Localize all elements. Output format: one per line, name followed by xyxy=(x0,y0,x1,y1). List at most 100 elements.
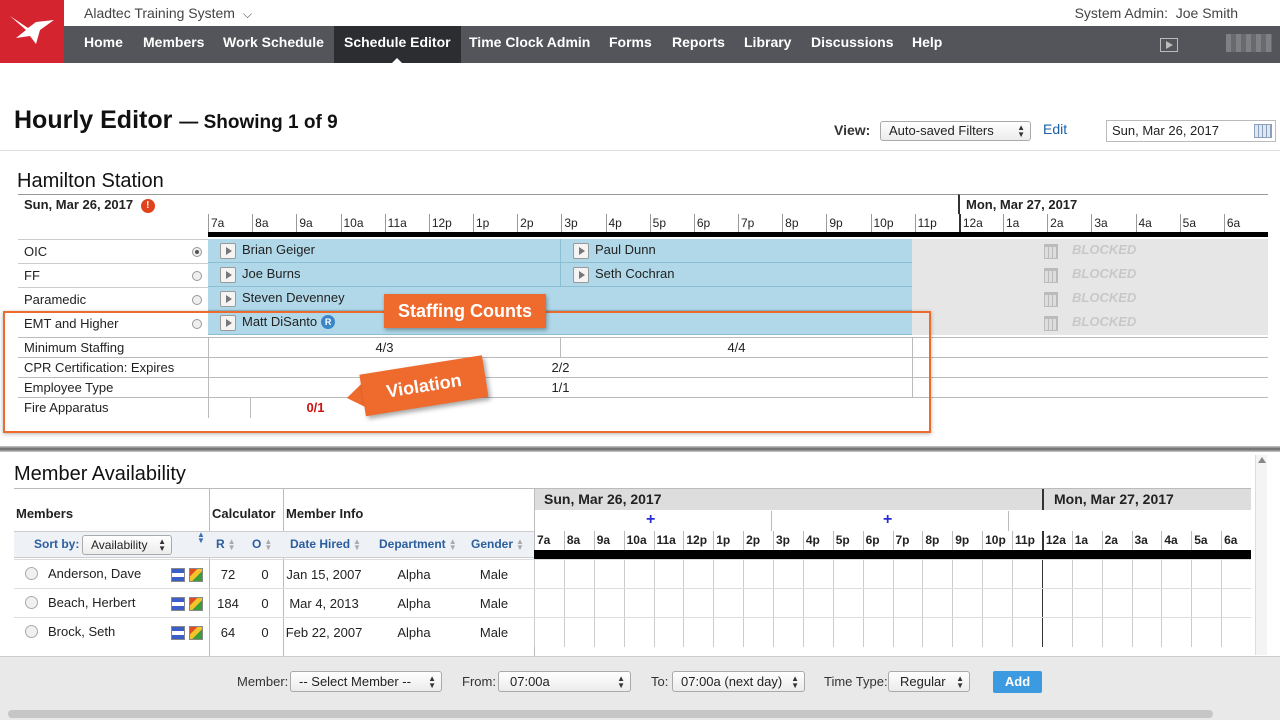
calendar-icon[interactable] xyxy=(1254,124,1272,138)
position-label: Paramedic xyxy=(24,292,87,307)
grid-line xyxy=(743,618,745,647)
table-row[interactable]: Anderson, Dave 72 0 Jan 15, 2007 Alpha Male xyxy=(14,559,1251,589)
grid-line xyxy=(563,589,565,618)
radio-button[interactable] xyxy=(25,567,38,580)
radio-button[interactable] xyxy=(192,319,202,329)
grid-line xyxy=(1041,589,1043,618)
play-icon[interactable] xyxy=(220,243,236,259)
trash-icon[interactable] xyxy=(1044,244,1058,259)
horizontal-scrollbar[interactable] xyxy=(8,710,1213,718)
play-icon[interactable] xyxy=(573,267,589,283)
app-logo[interactable] xyxy=(0,0,64,63)
add-icon[interactable]: + xyxy=(646,511,655,529)
sort-o[interactable]: O ▲ ▼ xyxy=(252,532,276,557)
play-icon[interactable] xyxy=(220,291,236,307)
nav-time-clock-admin[interactable]: Time Clock Admin xyxy=(459,26,600,63)
radio-button[interactable] xyxy=(192,271,202,281)
hour-label: 6a xyxy=(1223,214,1268,232)
shift-block[interactable]: Paul Dunn xyxy=(560,239,912,263)
sort-by-select[interactable]: Availability ▲ ▼ xyxy=(82,535,172,555)
grid-line xyxy=(982,589,984,618)
trash-icon[interactable] xyxy=(1044,292,1058,307)
sort-department[interactable]: Department ▲ ▼ xyxy=(379,532,461,557)
nav-work-schedule[interactable]: Work Schedule xyxy=(213,26,334,63)
avail-hour-scale: 7a 8a 9a 10a 11a 12p 1p 2p 3p 4p 5p 6p 7p 8p 9p 10p 11p 1… xyxy=(534,531,1251,550)
play-icon[interactable] xyxy=(220,315,236,331)
pane-splitter[interactable] xyxy=(0,446,1280,452)
shift-member: Paul Dunn xyxy=(595,242,656,257)
blocked-cell: BLOCKED xyxy=(912,263,1268,287)
shift-block[interactable]: Matt DiSanto R xyxy=(208,311,912,335)
relief-badge: R xyxy=(321,315,336,329)
nav-forms[interactable]: Forms xyxy=(599,26,662,63)
trash-icon[interactable] xyxy=(1044,268,1058,283)
hour-label: 10p xyxy=(870,214,915,232)
shift-block[interactable]: Joe Burns xyxy=(208,263,560,287)
schedule-icon[interactable] xyxy=(171,626,185,640)
time-type-select[interactable]: Regular ▲ ▼ xyxy=(888,671,970,692)
nav-discussions[interactable]: Discussions xyxy=(801,26,903,63)
to-select[interactable]: 07:00a (next day) ▲ ▼ xyxy=(672,671,805,692)
hour-label: 4p xyxy=(605,214,650,232)
date-field[interactable]: Sun, Mar 26, 2017 xyxy=(1106,120,1276,142)
schedule-icon[interactable] xyxy=(171,597,185,611)
edit-link[interactable]: Edit xyxy=(1043,121,1067,137)
availability-chart-icon[interactable] xyxy=(189,568,203,582)
hour-scale: 7a 8a 9a 10a 11a 12p 1p 2p 3p 4p 5p 6p 7p 8p 9p 10p 11p 1… xyxy=(208,214,1268,232)
member-availability-title: Member Availability xyxy=(14,463,186,485)
nav-help[interactable]: Help xyxy=(902,26,952,63)
shift-block[interactable]: Brian Geiger xyxy=(208,239,560,263)
avatar[interactable] xyxy=(1226,34,1272,52)
sort-arrows-icon[interactable]: ▲ ▼ xyxy=(197,531,209,545)
add-icon[interactable]: + xyxy=(883,511,892,529)
table-row[interactable]: Beach, Herbert 184 0 Mar 4, 2013 Alpha Male xyxy=(14,588,1251,618)
blocked-cell: BLOCKED xyxy=(912,287,1268,311)
radio-button[interactable] xyxy=(192,295,202,305)
grid-line xyxy=(802,618,804,647)
select-arrows-icon: ▲ ▼ xyxy=(1017,123,1025,139)
warning-icon[interactable]: ! xyxy=(140,199,155,213)
sort-r-label: R xyxy=(216,537,225,551)
sort-by-value: Availability xyxy=(91,538,148,552)
scrollbar[interactable] xyxy=(1255,455,1267,655)
hour-label: 4a xyxy=(1161,531,1191,550)
table-row[interactable]: Brock, Seth 64 0 Feb 22, 2007 Alpha Male xyxy=(14,617,1251,647)
hour-label: 2p xyxy=(743,531,773,550)
play-icon[interactable] xyxy=(573,243,589,259)
app-name[interactable]: Aladtec Training System ⌵ xyxy=(84,5,252,22)
grid-line xyxy=(1012,589,1013,618)
shift-block[interactable]: Steven Devenney xyxy=(208,287,912,311)
nav-home[interactable]: Home xyxy=(74,26,133,63)
availability-chart-icon[interactable] xyxy=(189,597,203,611)
grid-line xyxy=(832,589,834,618)
position-label: FF xyxy=(24,268,40,283)
radio-button[interactable] xyxy=(25,625,38,638)
sort-r[interactable]: R ▲ ▼ xyxy=(216,532,240,557)
trash-icon[interactable] xyxy=(1044,316,1058,331)
nav-members[interactable]: Members xyxy=(133,26,214,63)
nav-library[interactable]: Library xyxy=(734,26,801,63)
member-select[interactable]: -- Select Member -- ▲ ▼ xyxy=(290,671,442,692)
avail-time-bar xyxy=(534,550,1251,559)
view-select[interactable]: Auto-saved Filters ▲ ▼ xyxy=(880,121,1031,141)
from-select[interactable]: 07:00a ▲ ▼ xyxy=(498,671,631,692)
sort-date-hired[interactable]: Date Hired ▲ ▼ xyxy=(290,532,365,557)
play-icon[interactable] xyxy=(220,267,236,283)
chevron-down-icon[interactable]: ⌵ xyxy=(243,7,252,22)
date-hired: Feb 22, 2007 xyxy=(285,625,363,640)
availability-chart-icon[interactable] xyxy=(189,626,203,640)
grid-line xyxy=(1131,589,1133,618)
station-grid: Sun, Mar 26, 2017 ! Mon, Mar 27, 2017 7a… xyxy=(18,194,1268,419)
video-icon[interactable] xyxy=(1160,38,1178,52)
hour-label: 7p xyxy=(892,531,923,550)
sort-gender[interactable]: Gender ▲ ▼ xyxy=(471,532,528,557)
schedule-icon[interactable] xyxy=(171,568,185,582)
scroll-up-icon[interactable] xyxy=(1258,457,1266,463)
add-button[interactable]: Add xyxy=(993,671,1042,693)
nav-reports[interactable]: Reports xyxy=(662,26,735,63)
shift-block[interactable]: Seth Cochran xyxy=(560,263,912,287)
radio-button[interactable] xyxy=(25,596,38,609)
nav-schedule-editor[interactable]: Schedule Editor xyxy=(334,26,461,63)
radio-button[interactable] xyxy=(192,247,202,257)
blocked-label: BLOCKED xyxy=(1072,242,1137,257)
